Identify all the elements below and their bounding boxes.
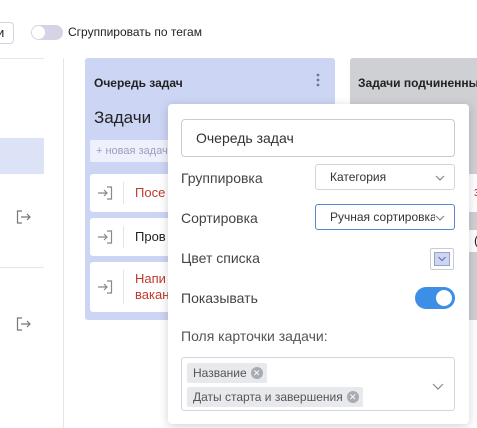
- show-label: Показывать: [181, 290, 258, 306]
- toggle-knob: [436, 290, 452, 306]
- toggle-knob: [32, 26, 45, 39]
- task-enter-icon: [90, 174, 120, 212]
- grouping-label: Группировка: [181, 170, 263, 186]
- divider: [123, 182, 124, 204]
- column-heading: Задачи: [94, 108, 152, 127]
- sorting-value: Ручная сортировка: [330, 210, 437, 224]
- toolbar: и Сгруппировать по тегам: [0, 0, 477, 50]
- divider: [123, 226, 124, 248]
- card-fields-select[interactable]: Название ✕ Даты старта и завершения ✕: [181, 357, 455, 411]
- divider: [123, 270, 124, 304]
- list-name-input[interactable]: [181, 119, 455, 157]
- column-settings-popover: Группировка Категория Сортировка Ручная …: [168, 104, 469, 424]
- list-color-picker[interactable]: [430, 248, 454, 270]
- divider: [63, 58, 64, 428]
- column-title: Задачи подчиненных: [358, 76, 477, 90]
- divider: [0, 267, 44, 268]
- chevron-down-icon: [435, 172, 445, 182]
- grouping-select[interactable]: Категория: [315, 164, 455, 190]
- column-menu-icon[interactable]: [313, 72, 323, 90]
- group-by-tags-toggle[interactable]: [31, 25, 63, 40]
- show-toggle[interactable]: [415, 287, 455, 309]
- sidebar: [0, 58, 44, 428]
- task-title: Напи вакан: [135, 271, 170, 302]
- field-tag: Даты старта и завершения ✕: [187, 387, 363, 407]
- remove-tag-icon[interactable]: ✕: [346, 391, 359, 403]
- field-tag-label: Название: [193, 366, 247, 380]
- sidebar-item-active[interactable]: [0, 138, 44, 174]
- field-tag: Название ✕: [187, 363, 267, 383]
- task-enter-icon: [90, 218, 120, 256]
- task-title: Пров: [135, 229, 166, 244]
- task-title: Посе: [135, 185, 166, 200]
- card-fields-label: Поля карточки задачи:: [181, 328, 328, 344]
- sorting-select[interactable]: Ручная сортировка: [315, 204, 455, 230]
- column-title: Очередь задач: [94, 76, 183, 90]
- list-color-label: Цвет списка: [181, 250, 260, 266]
- group-by-tags-label: Сгруппировать по тегам: [68, 25, 202, 39]
- chevron-down-icon: [435, 212, 445, 222]
- divider: [0, 58, 44, 59]
- toolbar-button[interactable]: и: [0, 22, 14, 44]
- remove-tag-icon[interactable]: ✕: [250, 367, 263, 379]
- field-tag-label: Даты старта и завершения: [193, 390, 343, 404]
- exit-icon[interactable]: [16, 210, 32, 224]
- grouping-value: Категория: [330, 170, 387, 184]
- sorting-label: Сортировка: [181, 210, 258, 226]
- task-enter-icon: [90, 262, 120, 312]
- chevron-down-icon: [432, 379, 444, 391]
- exit-icon[interactable]: [16, 317, 32, 331]
- color-swatch: [434, 252, 450, 266]
